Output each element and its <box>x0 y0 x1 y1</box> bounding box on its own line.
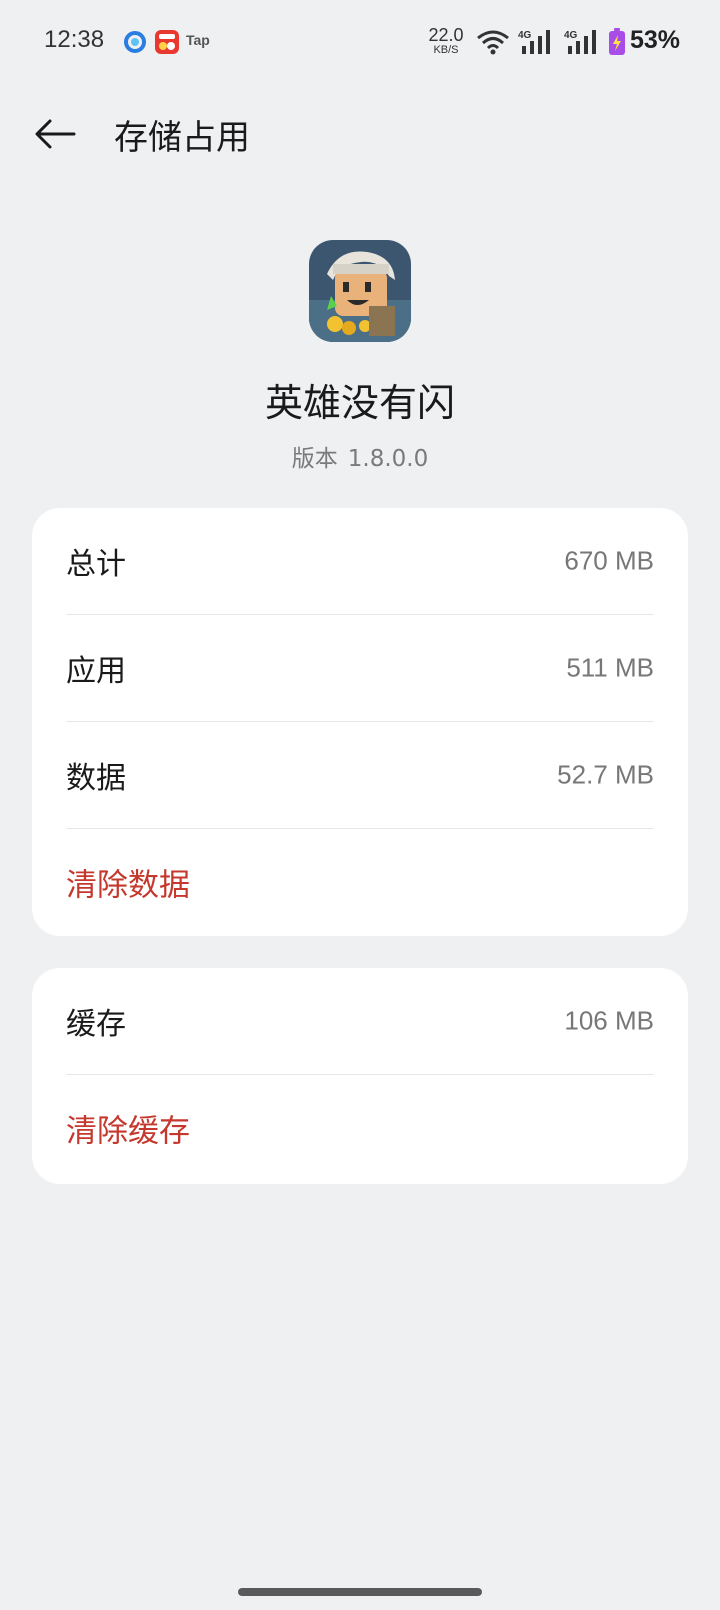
clear-cache-row[interactable]: 清除缓存 <box>66 1075 654 1181</box>
battery-charging-icon <box>609 28 625 55</box>
storage-card: 总计 670 MB 应用 511 MB 数据 52.7 MB 清除数据 <box>32 508 688 936</box>
battery-percent: 53% <box>630 26 681 54</box>
app-version: 版本 1.8.0.0 <box>0 439 720 473</box>
network-speed-unit: KB/S <box>433 44 459 56</box>
page-title: 存储占用 <box>114 118 250 158</box>
wifi-icon <box>477 30 509 55</box>
storage-row-data: 数据 52.7 MB <box>66 722 654 829</box>
clear-data-button[interactable]: 清除数据 <box>66 860 190 905</box>
app-icon <box>309 240 411 342</box>
storage-row-value: 52.7 MB <box>557 759 654 790</box>
signal-label: 4G <box>518 30 532 41</box>
cache-value: 106 MB <box>564 1005 654 1036</box>
storage-row-label: 总计 <box>66 547 126 582</box>
storage-row-label: 应用 <box>66 654 126 689</box>
clear-data-row[interactable]: 清除数据 <box>66 829 654 935</box>
browser-icon <box>124 31 146 53</box>
storage-row-label: 数据 <box>66 761 126 796</box>
signal-icon: 4G <box>564 30 596 54</box>
app-name: 英雄没有闪 <box>264 381 455 425</box>
storage-row-value: 670 MB <box>564 545 654 576</box>
network-speed-value: 22.0 <box>428 25 464 45</box>
app-version-number: 1.8.0.0 <box>347 446 429 472</box>
cache-label: 缓存 <box>66 1007 126 1042</box>
signal-icon: 4G <box>518 30 550 54</box>
app-version-label: 版本 <box>291 446 338 472</box>
cache-card: 缓存 106 MB 清除缓存 <box>32 968 688 1184</box>
signal-label: 4G <box>564 30 578 41</box>
storage-row-total: 总计 670 MB <box>66 508 654 615</box>
storage-row-value: 511 MB <box>566 652 654 683</box>
game-app-icon <box>155 30 179 54</box>
back-button[interactable] <box>32 110 80 158</box>
home-indicator[interactable] <box>238 1588 482 1596</box>
clear-cache-button[interactable]: 清除缓存 <box>66 1106 190 1151</box>
tap-icon: Tap <box>186 32 210 48</box>
app-info: 英雄没有闪 版本 1.8.0.0 <box>0 240 720 473</box>
status-bar: 12:38 Tap 22.0 KB/S 4G 4G 53% <box>0 0 720 84</box>
network-speed: 22.0 KB/S <box>424 26 468 56</box>
header: 存储占用 <box>0 96 720 172</box>
arrow-left-icon <box>35 119 76 149</box>
cache-row: 缓存 106 MB <box>66 968 654 1075</box>
status-time: 12:38 <box>44 26 105 53</box>
storage-row-app: 应用 511 MB <box>66 615 654 722</box>
